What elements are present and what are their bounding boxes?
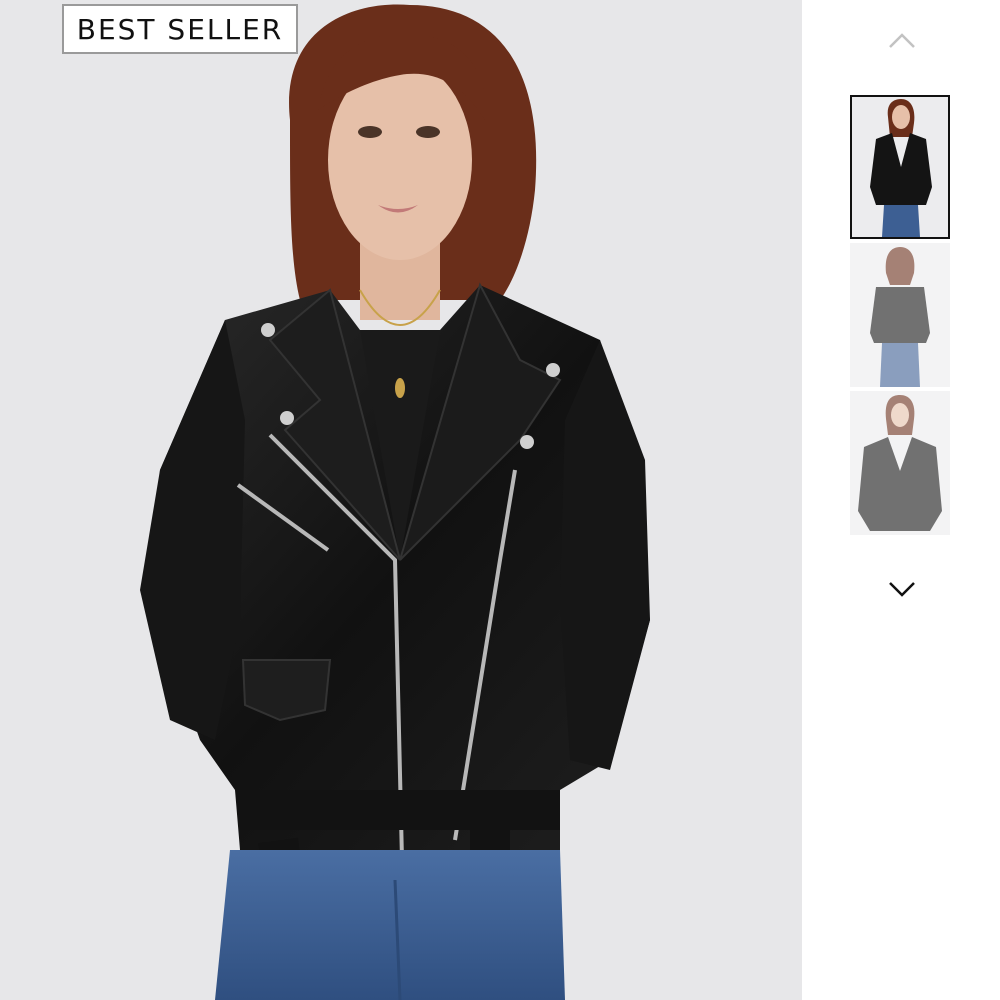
thumbnail-image bbox=[850, 243, 950, 387]
thumbnail-rail bbox=[802, 0, 1000, 1000]
thumbnail-2[interactable] bbox=[850, 243, 950, 387]
chevron-up-icon bbox=[889, 33, 915, 48]
best-seller-badge: BEST SELLER bbox=[62, 4, 298, 54]
thumbnail-1[interactable] bbox=[850, 95, 950, 239]
thumbnail-3[interactable] bbox=[850, 391, 950, 535]
badge-label: BEST SELLER bbox=[76, 12, 284, 46]
thumbnail-image bbox=[850, 391, 950, 535]
model-photo bbox=[140, 4, 650, 1000]
scroll-up-button[interactable] bbox=[882, 20, 922, 60]
thumbnail-image bbox=[852, 97, 948, 237]
scroll-down-button[interactable] bbox=[882, 570, 922, 610]
product-main-image[interactable]: BEST SELLER bbox=[0, 0, 802, 1000]
chevron-down-icon bbox=[889, 582, 915, 597]
